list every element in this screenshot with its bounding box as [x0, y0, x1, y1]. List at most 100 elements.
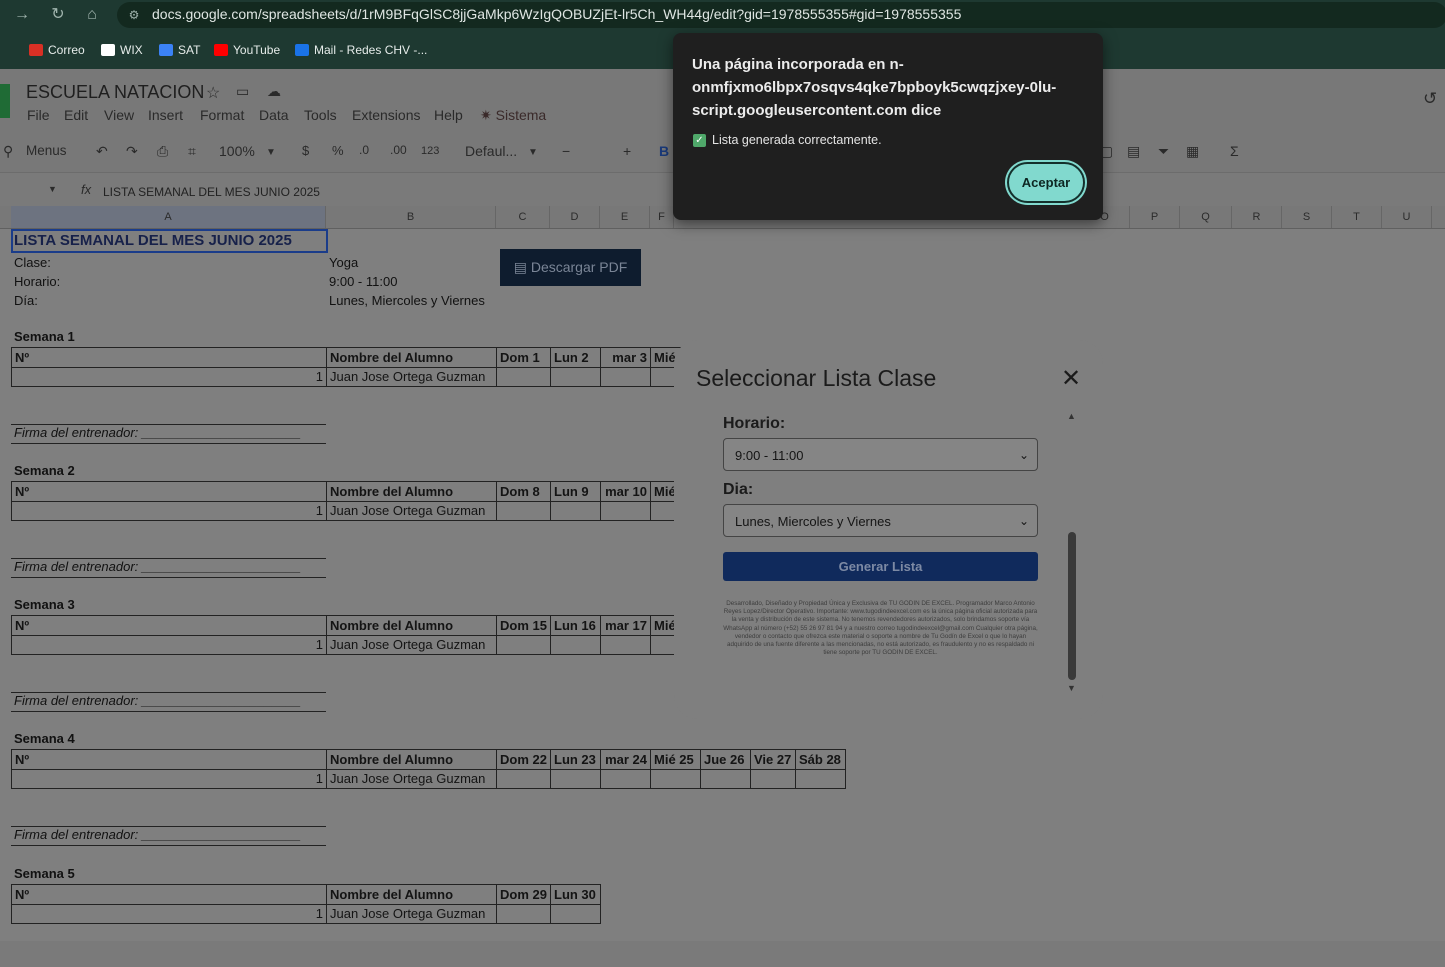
- day-header[interactable]: Lun 30: [550, 885, 600, 904]
- attendance-cell[interactable]: [650, 769, 700, 788]
- no-header[interactable]: Nº: [11, 616, 326, 635]
- filter-views-icon[interactable]: ▦: [1186, 143, 1199, 160]
- student-number[interactable]: 1: [11, 635, 326, 654]
- close-icon[interactable]: ✕: [1061, 364, 1081, 393]
- dia-select[interactable]: Lunes, Miercoles y Viernes ⌄: [723, 504, 1038, 537]
- attendance-cell[interactable]: [550, 635, 600, 654]
- filter-icon[interactable]: ⏷: [1158, 143, 1169, 160]
- font-dropdown-icon[interactable]: ▼: [528, 147, 538, 158]
- column-header-u[interactable]: U: [1382, 206, 1432, 228]
- currency-button[interactable]: $: [302, 143, 309, 158]
- name-header[interactable]: Nombre del Alumno: [326, 885, 496, 904]
- formula-input[interactable]: LISTA SEMANAL DEL MES JUNIO 2025: [103, 185, 320, 199]
- name-header[interactable]: Nombre del Alumno: [326, 482, 496, 501]
- student-name[interactable]: Juan Jose Ortega Guzman: [326, 769, 496, 788]
- column-header-d[interactable]: D: [550, 206, 600, 228]
- horizontal-scrollbar[interactable]: [0, 941, 1445, 967]
- day-header[interactable]: Dom 29: [496, 885, 550, 904]
- bold-button[interactable]: B: [659, 143, 669, 159]
- student-name[interactable]: Juan Jose Ortega Guzman: [326, 904, 496, 923]
- attendance-cell[interactable]: [600, 501, 650, 520]
- bookmark-wix[interactable]: WIX: [101, 43, 143, 57]
- decrease-decimal-button[interactable]: .0: [359, 143, 369, 157]
- reload-icon[interactable]: ↻: [47, 5, 69, 25]
- student-number[interactable]: 1: [11, 501, 326, 520]
- menu-extensions[interactable]: Extensions: [352, 107, 420, 123]
- name-header[interactable]: Nombre del Alumno: [326, 750, 496, 769]
- document-title[interactable]: ESCUELA NATACION: [26, 82, 204, 103]
- accept-button[interactable]: Aceptar: [1007, 162, 1085, 203]
- day-header[interactable]: Dom 1: [496, 348, 550, 367]
- student-name[interactable]: Juan Jose Ortega Guzman: [326, 501, 496, 520]
- attendance-cell[interactable]: [550, 769, 600, 788]
- student-number[interactable]: 1: [11, 904, 326, 923]
- bookmark-correo[interactable]: Correo: [29, 43, 85, 57]
- day-header[interactable]: Lun 16: [550, 616, 600, 635]
- menu-view[interactable]: View: [104, 107, 134, 123]
- day-header[interactable]: Sáb 28: [795, 750, 845, 769]
- scroll-down-icon[interactable]: ▼: [1067, 683, 1076, 693]
- day-header[interactable]: Lun 23: [550, 750, 600, 769]
- search-icon[interactable]: ⚲: [3, 143, 13, 160]
- zoom-select[interactable]: 100%: [219, 143, 255, 159]
- menu-edit[interactable]: Edit: [64, 107, 88, 123]
- attendance-cell[interactable]: [496, 904, 550, 923]
- bookmark-mail[interactable]: Mail - Redes CHV -...: [295, 43, 427, 57]
- attendance-cell[interactable]: [600, 367, 650, 386]
- menu-insert[interactable]: Insert: [148, 107, 183, 123]
- print-icon[interactable]: ⎙: [157, 143, 168, 160]
- number-format-button[interactable]: 123: [421, 145, 439, 157]
- menu-help[interactable]: Help: [434, 107, 463, 123]
- day-header[interactable]: Lun 9: [550, 482, 600, 501]
- column-header-a[interactable]: A: [11, 206, 326, 228]
- menu-search[interactable]: Menus: [26, 143, 67, 158]
- column-header-e[interactable]: E: [600, 206, 650, 228]
- day-header[interactable]: mar 10: [600, 482, 650, 501]
- attendance-cell[interactable]: [496, 501, 550, 520]
- day-header[interactable]: Dom 15: [496, 616, 550, 635]
- increase-decimal-button[interactable]: .00: [390, 143, 407, 157]
- increase-font-icon[interactable]: +: [623, 143, 631, 159]
- chart-icon[interactable]: ▤: [1127, 143, 1140, 160]
- dialog-scrollbar[interactable]: [1068, 532, 1076, 680]
- day-header[interactable]: Dom 8: [496, 482, 550, 501]
- site-info-icon[interactable]: ⚙: [123, 5, 145, 25]
- column-header-p[interactable]: P: [1130, 206, 1180, 228]
- name-box-dropdown-icon[interactable]: ▼: [48, 184, 57, 194]
- font-select[interactable]: Defaul...: [465, 143, 517, 159]
- attendance-cell[interactable]: [600, 635, 650, 654]
- day-header[interactable]: Vie 27: [750, 750, 795, 769]
- no-header[interactable]: Nº: [11, 750, 326, 769]
- student-number[interactable]: 1: [11, 769, 326, 788]
- column-header-q[interactable]: Q: [1180, 206, 1232, 228]
- download-pdf-button[interactable]: ▤ Descargar PDF: [500, 249, 641, 286]
- attendance-cell[interactable]: [496, 635, 550, 654]
- no-header[interactable]: Nº: [11, 885, 326, 904]
- day-header[interactable]: mar 3: [600, 348, 650, 367]
- scroll-up-icon[interactable]: ▲: [1067, 411, 1076, 421]
- attendance-cell[interactable]: [550, 501, 600, 520]
- menu-format[interactable]: Format: [200, 107, 244, 123]
- column-header-s[interactable]: S: [1282, 206, 1332, 228]
- attendance-cell[interactable]: [700, 769, 750, 788]
- student-name[interactable]: Juan Jose Ortega Guzman: [326, 367, 496, 386]
- attendance-cell[interactable]: [550, 367, 600, 386]
- paint-format-icon[interactable]: ⌗: [188, 143, 196, 160]
- column-header-t[interactable]: T: [1332, 206, 1382, 228]
- column-header-r[interactable]: R: [1232, 206, 1282, 228]
- menu-file[interactable]: File: [27, 107, 50, 123]
- attendance-cell[interactable]: [496, 367, 550, 386]
- zoom-dropdown-icon[interactable]: ▼: [266, 147, 276, 158]
- undo-icon[interactable]: ↶: [96, 143, 108, 160]
- day-header[interactable]: mar 17: [600, 616, 650, 635]
- student-name[interactable]: Juan Jose Ortega Guzman: [326, 635, 496, 654]
- day-header[interactable]: Jue 26: [700, 750, 750, 769]
- day-header[interactable]: mar 24: [600, 750, 650, 769]
- student-number[interactable]: 1: [11, 367, 326, 386]
- percent-button[interactable]: %: [332, 143, 344, 158]
- name-header[interactable]: Nombre del Alumno: [326, 616, 496, 635]
- day-header[interactable]: Lun 2: [550, 348, 600, 367]
- column-header-b[interactable]: B: [326, 206, 496, 228]
- redo-icon[interactable]: ↷: [126, 143, 138, 160]
- bookmark-sat[interactable]: SAT: [159, 43, 200, 57]
